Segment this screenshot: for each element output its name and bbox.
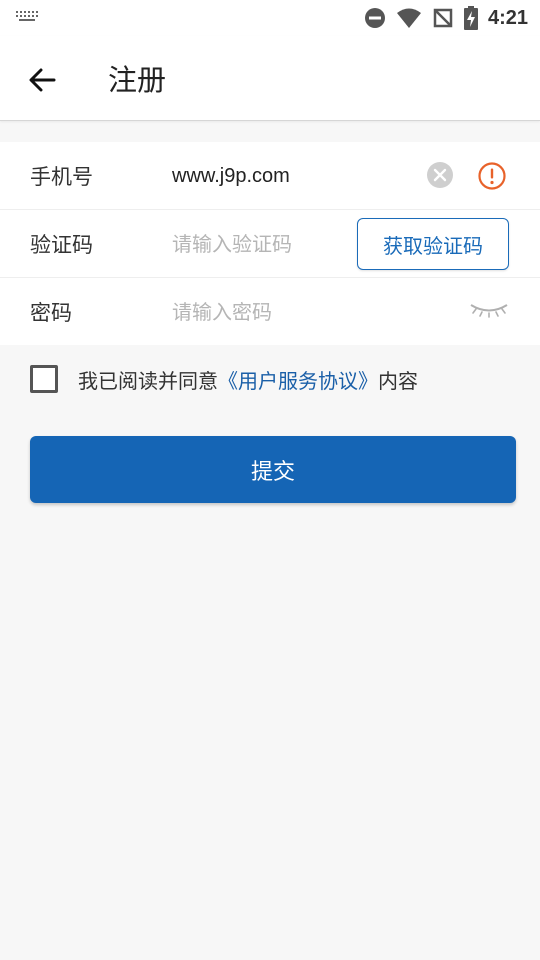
code-input[interactable] — [172, 224, 342, 264]
no-signal-icon — [432, 7, 454, 29]
agreement-suffix: 内容 — [378, 368, 418, 393]
password-row: 密码 — [0, 278, 540, 345]
phone-row: 手机号 — [0, 142, 540, 210]
user-agreement-link[interactable]: 《用户服务协议》 — [218, 365, 378, 394]
status-icons: 4:21 — [354, 5, 528, 31]
dnd-icon — [364, 7, 386, 29]
agreement-prefix: 我已阅读并同意 — [78, 368, 218, 393]
password-input[interactable] — [172, 292, 412, 332]
agreement: 我已阅读并同意 《用户服务协议》 内容 — [30, 362, 418, 396]
phone-label: 手机号 — [30, 165, 93, 189]
status-time: 4:21 — [487, 6, 528, 29]
arrow-left-icon — [29, 68, 56, 92]
eye-closed-icon[interactable] — [468, 296, 510, 320]
agree-checkbox[interactable] — [30, 365, 58, 393]
wifi-icon — [396, 7, 422, 29]
page-title: 注册 — [108, 63, 167, 97]
get-code-button[interactable]: 获取验证码 — [357, 218, 509, 270]
keyboard-icon — [16, 11, 38, 21]
status-bar: 4:21 — [0, 0, 540, 36]
password-label: 密码 — [30, 301, 72, 325]
code-row: 验证码 获取验证码 — [0, 210, 540, 278]
code-label: 验证码 — [30, 233, 93, 257]
submit-button[interactable]: 提交 — [30, 436, 516, 503]
battery-charging-icon — [463, 6, 478, 30]
register-form: 手机号 验证码 获取验证码 密码 — [0, 142, 540, 345]
warning-icon — [478, 162, 506, 190]
register-screen: 4:21 注册 手机号 验证码 获 — [0, 0, 540, 960]
app-header: 注册 — [0, 36, 540, 121]
clear-icon[interactable] — [426, 161, 454, 189]
back-button[interactable] — [22, 60, 62, 100]
phone-input[interactable] — [172, 156, 412, 196]
